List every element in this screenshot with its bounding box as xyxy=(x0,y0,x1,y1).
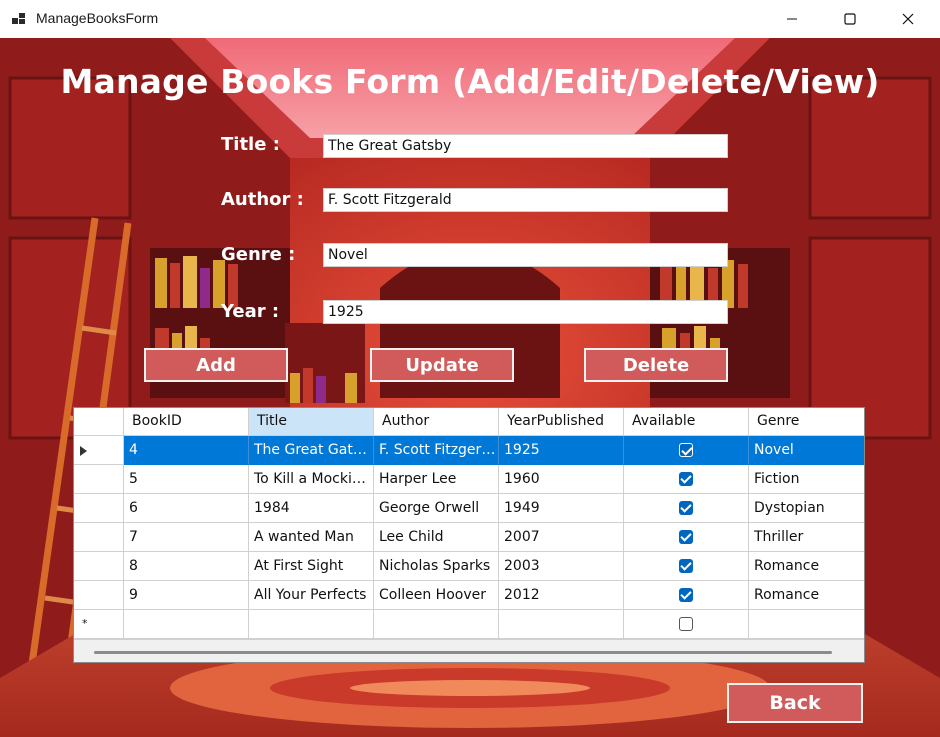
year-input[interactable] xyxy=(323,300,728,324)
cell-genre[interactable]: Fiction xyxy=(749,465,864,494)
row-header[interactable] xyxy=(74,436,124,465)
close-icon xyxy=(902,13,914,25)
minimize-button[interactable] xyxy=(769,0,815,38)
manage-books-window: ManageBooksForm Manage Books Form (Add/E… xyxy=(0,0,940,737)
genre-label: Genre : xyxy=(221,244,296,265)
cell-genre[interactable]: Thriller xyxy=(749,523,864,552)
cell-available[interactable] xyxy=(624,436,749,465)
new-row[interactable]: * xyxy=(74,610,864,639)
update-button[interactable]: Update xyxy=(370,348,514,382)
cell-title[interactable]: A wanted Man xyxy=(249,523,374,552)
table-row[interactable]: 7 A wanted Man Lee Child 2007 Thriller xyxy=(74,523,864,552)
cell-year[interactable]: 2012 xyxy=(499,581,624,610)
column-header-available[interactable]: Available xyxy=(624,408,749,436)
column-header-title[interactable]: Title xyxy=(249,408,374,436)
year-label: Year : xyxy=(221,301,280,322)
cell-author[interactable]: Colleen Hoover xyxy=(374,581,499,610)
cell-genre[interactable]: Romance xyxy=(749,552,864,581)
new-cell-available[interactable] xyxy=(624,610,749,639)
available-checkbox[interactable] xyxy=(679,588,693,602)
row-header[interactable] xyxy=(74,465,124,494)
column-header-bookid[interactable]: BookID xyxy=(124,408,249,436)
cell-genre[interactable]: Romance xyxy=(749,581,864,610)
cell-author[interactable]: Lee Child xyxy=(374,523,499,552)
genre-input[interactable] xyxy=(323,243,728,267)
available-checkbox[interactable] xyxy=(679,501,693,515)
table-row[interactable]: 8 At First Sight Nicholas Sparks 2003 Ro… xyxy=(74,552,864,581)
current-row-arrow-icon xyxy=(80,446,87,456)
row-header[interactable] xyxy=(74,581,124,610)
available-checkbox[interactable] xyxy=(679,559,693,573)
new-cell-author[interactable] xyxy=(374,610,499,639)
available-checkbox[interactable] xyxy=(679,472,693,486)
title-input[interactable] xyxy=(323,134,728,158)
author-label: Author : xyxy=(221,189,304,210)
title-bar[interactable]: ManageBooksForm xyxy=(0,0,940,39)
column-header-yearpublished[interactable]: YearPublished xyxy=(499,408,624,436)
header-corner xyxy=(74,408,124,436)
available-checkbox[interactable] xyxy=(679,617,693,631)
new-row-marker[interactable]: * xyxy=(74,610,124,639)
cell-genre[interactable]: Novel xyxy=(749,436,864,465)
table-row[interactable]: 5 To Kill a Mockin... Harper Lee 1960 Fi… xyxy=(74,465,864,494)
minimize-icon xyxy=(787,18,797,20)
cell-available[interactable] xyxy=(624,581,749,610)
column-header-genre[interactable]: Genre xyxy=(749,408,864,436)
cell-year[interactable]: 1960 xyxy=(499,465,624,494)
new-cell-year[interactable] xyxy=(499,610,624,639)
title-label: Title : xyxy=(221,134,280,155)
table-row[interactable]: 4 The Great Gatsby F. Scott Fitzgera... … xyxy=(74,436,864,465)
window-title: ManageBooksForm xyxy=(36,10,159,26)
close-button[interactable] xyxy=(885,0,931,38)
cell-year[interactable]: 1949 xyxy=(499,494,624,523)
app-icon xyxy=(12,13,25,24)
cell-author[interactable]: Nicholas Sparks xyxy=(374,552,499,581)
table-row[interactable]: 6 1984 George Orwell 1949 Dystopian xyxy=(74,494,864,523)
horizontal-scrollbar[interactable] xyxy=(74,639,864,662)
cell-title[interactable]: At First Sight xyxy=(249,552,374,581)
cell-bookid[interactable]: 8 xyxy=(124,552,249,581)
scrollbar-thumb[interactable] xyxy=(94,651,832,654)
row-header[interactable] xyxy=(74,552,124,581)
cell-author[interactable]: F. Scott Fitzgera... xyxy=(374,436,499,465)
available-checkbox[interactable] xyxy=(679,530,693,544)
new-cell-title[interactable] xyxy=(249,610,374,639)
cell-year[interactable]: 2003 xyxy=(499,552,624,581)
delete-button[interactable]: Delete xyxy=(584,348,728,382)
table-row[interactable]: 9 All Your Perfects Colleen Hoover 2012 … xyxy=(74,581,864,610)
grid-header-row: BookID Title Author YearPublished Availa… xyxy=(74,408,864,437)
new-cell-genre[interactable] xyxy=(749,610,864,639)
cell-title[interactable]: The Great Gatsby xyxy=(249,436,374,465)
cell-year[interactable]: 1925 xyxy=(499,436,624,465)
column-header-author[interactable]: Author xyxy=(374,408,499,436)
cell-available[interactable] xyxy=(624,465,749,494)
cell-title[interactable]: To Kill a Mockin... xyxy=(249,465,374,494)
cell-available[interactable] xyxy=(624,494,749,523)
cell-bookid[interactable]: 9 xyxy=(124,581,249,610)
available-checkbox[interactable] xyxy=(679,443,693,457)
cell-available[interactable] xyxy=(624,523,749,552)
cell-year[interactable]: 2007 xyxy=(499,523,624,552)
cell-genre[interactable]: Dystopian xyxy=(749,494,864,523)
new-cell-bookid[interactable] xyxy=(124,610,249,639)
client-area: Manage Books Form (Add/Edit/Delete/View)… xyxy=(0,38,940,737)
author-input[interactable] xyxy=(323,188,728,212)
row-header[interactable] xyxy=(74,494,124,523)
cell-bookid[interactable]: 5 xyxy=(124,465,249,494)
maximize-icon xyxy=(844,13,856,25)
maximize-button[interactable] xyxy=(827,0,873,38)
cell-available[interactable] xyxy=(624,552,749,581)
cell-bookid[interactable]: 7 xyxy=(124,523,249,552)
books-data-grid[interactable]: BookID Title Author YearPublished Availa… xyxy=(73,407,865,663)
back-button[interactable]: Back xyxy=(727,683,863,723)
cell-title[interactable]: 1984 xyxy=(249,494,374,523)
cell-bookid[interactable]: 6 xyxy=(124,494,249,523)
cell-author[interactable]: Harper Lee xyxy=(374,465,499,494)
cell-bookid[interactable]: 4 xyxy=(124,436,249,465)
row-header[interactable] xyxy=(74,523,124,552)
add-button[interactable]: Add xyxy=(144,348,288,382)
page-title: Manage Books Form (Add/Edit/Delete/View) xyxy=(60,62,880,101)
cell-title[interactable]: All Your Perfects xyxy=(249,581,374,610)
cell-author[interactable]: George Orwell xyxy=(374,494,499,523)
